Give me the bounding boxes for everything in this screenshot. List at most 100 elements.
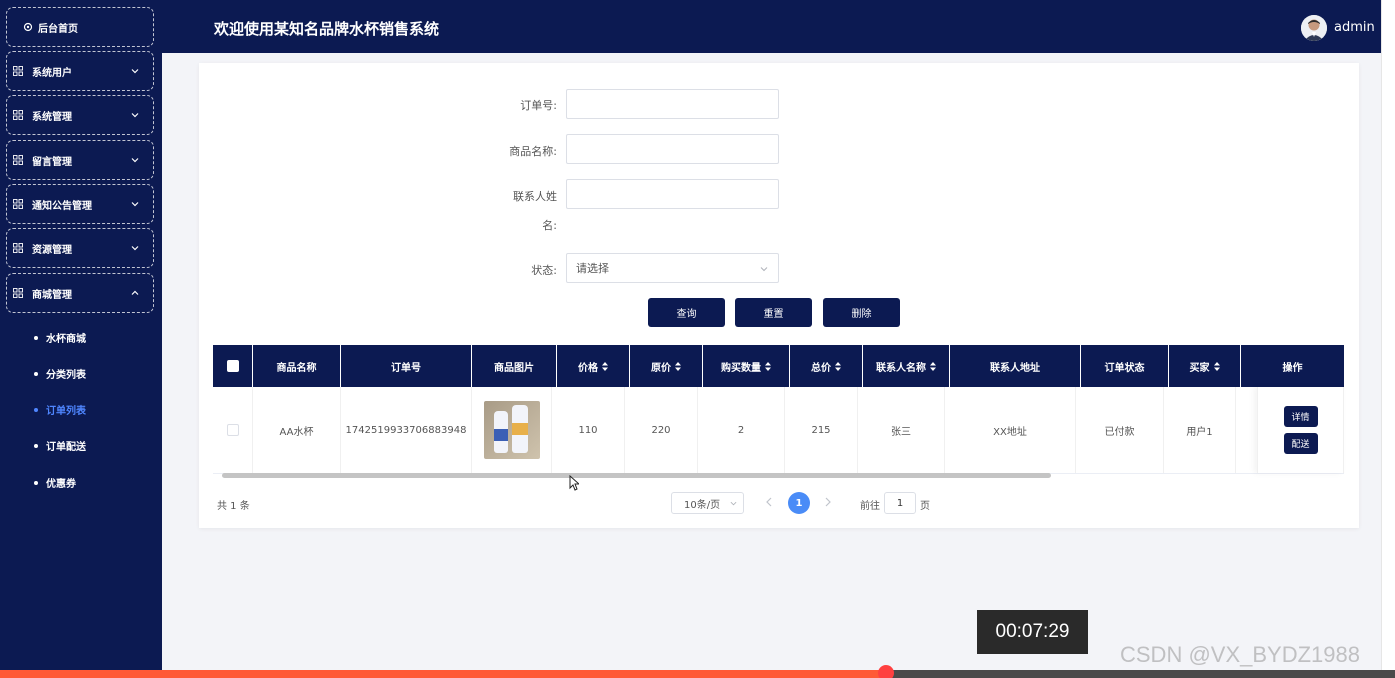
chevron-down-icon xyxy=(131,69,139,74)
sidebar-item-announcements[interactable]: 通知公告管理 xyxy=(6,184,154,224)
grid-icon xyxy=(13,66,23,76)
submenu-label: 水杯商城 xyxy=(46,334,86,345)
select-all-cell xyxy=(213,345,253,387)
scrollbar-track[interactable] xyxy=(1381,0,1395,670)
video-progress-handle[interactable] xyxy=(877,665,894,678)
query-button[interactable]: 查询 xyxy=(648,298,725,327)
column-header-label: 商品图片 xyxy=(494,362,534,374)
sidebar-item-resources[interactable]: 资源管理 xyxy=(6,228,154,268)
column-header-label: 联系人名称 xyxy=(876,362,926,374)
chevron-down-icon xyxy=(131,113,139,118)
sidebar-item-label: 资源管理 xyxy=(32,244,72,256)
submenu-item-delivery[interactable]: 订单配送 xyxy=(34,438,86,453)
column-header-original-price[interactable]: 原价 xyxy=(630,345,703,387)
chevron-up-icon xyxy=(131,290,139,295)
watermark: CSDN @VX_BYDZ1988 xyxy=(1120,642,1360,667)
column-header-contact-address: 联系人地址 xyxy=(950,345,1081,387)
bullet-icon xyxy=(34,407,38,412)
home-gear-icon xyxy=(23,22,33,32)
column-header-label: 买家 xyxy=(1189,362,1210,374)
sidebar-item-label: 系统管理 xyxy=(32,111,72,123)
column-header-buyer[interactable]: 买家 xyxy=(1169,345,1241,387)
submenu-label: 订单配送 xyxy=(46,442,86,453)
column-header-label: 购买数量 xyxy=(721,362,761,374)
cell-contact-name: 张三 xyxy=(858,387,945,473)
sort-icon[interactable] xyxy=(1213,361,1220,371)
column-header-total[interactable]: 总价 xyxy=(790,345,863,387)
grid-icon xyxy=(13,199,23,209)
submenu-label: 优惠券 xyxy=(46,479,76,490)
cell-product-image xyxy=(472,387,552,473)
page-size-select[interactable]: 10条/页 xyxy=(671,492,744,514)
sidebar-item-home[interactable]: 后台首页 xyxy=(6,7,154,47)
submenu-item-categories[interactable]: 分类列表 xyxy=(34,366,86,381)
submenu-item-coupons[interactable]: 优惠券 xyxy=(34,475,76,490)
table-header: 商品名称 订单号 商品图片 价格 原价 购买数量 总价 联系人名称 联系人地址 … xyxy=(213,345,1344,387)
column-header-label: 原价 xyxy=(651,362,671,374)
sort-icon[interactable] xyxy=(765,361,771,371)
column-header-label: 联系人地址 xyxy=(990,362,1040,374)
status-select[interactable]: 请选择 xyxy=(566,253,779,283)
column-header-label: 价格 xyxy=(578,362,598,374)
sidebar-item-mall[interactable]: 商城管理 xyxy=(6,273,154,313)
column-header-label: 总价 xyxy=(811,362,831,374)
product-name-input[interactable] xyxy=(566,134,779,164)
reset-button[interactable]: 重置 xyxy=(735,298,812,327)
row-select-cell xyxy=(213,387,253,473)
select-all-checkbox[interactable] xyxy=(226,360,239,372)
cell-price: 110 xyxy=(552,387,625,473)
chevron-down-icon xyxy=(730,501,737,506)
sort-icon[interactable] xyxy=(675,361,681,371)
cell-contact-address: XX地址 xyxy=(945,387,1076,473)
avatar[interactable] xyxy=(1301,15,1327,41)
sort-icon[interactable] xyxy=(835,361,841,371)
sidebar-item-system-management[interactable]: 系统管理 xyxy=(6,95,154,135)
submenu-item-orders[interactable]: 订单列表 xyxy=(34,402,86,417)
sort-icon[interactable] xyxy=(930,361,936,371)
grid-icon xyxy=(13,243,23,253)
goto-suffix: 页 xyxy=(920,501,930,512)
sidebar-item-messages[interactable]: 留言管理 xyxy=(6,140,154,180)
cell-total: 215 xyxy=(785,387,858,473)
delete-button[interactable]: 删除 xyxy=(823,298,900,327)
column-header-order-status: 订单状态 xyxy=(1081,345,1169,387)
order-no-input[interactable] xyxy=(566,89,779,119)
sidebar-item-label: 系统用户 xyxy=(32,67,72,79)
sort-icon[interactable] xyxy=(602,361,608,371)
video-progress-bar[interactable] xyxy=(0,665,1395,678)
cell-product-name: AA水杯 xyxy=(253,387,341,473)
submenu-item-cup-mall[interactable]: 水杯商城 xyxy=(34,330,86,345)
sidebar-item-system-users[interactable]: 系统用户 xyxy=(6,51,154,91)
product-image[interactable] xyxy=(483,401,540,459)
next-page-icon[interactable] xyxy=(823,496,833,508)
top-header: 欢迎使用某知名品牌水杯销售系统 admin xyxy=(162,0,1395,53)
app-title: 欢迎使用某知名品牌水杯销售系统 xyxy=(214,20,440,38)
status-select-placeholder: 请选择 xyxy=(576,262,609,275)
table-horizontal-scrollbar[interactable] xyxy=(222,473,1051,478)
cell-actions: 详情 配送 xyxy=(1257,387,1344,473)
chevron-down-icon xyxy=(131,158,139,163)
mouse-cursor-icon xyxy=(569,475,579,491)
sidebar-item-label: 通知公告管理 xyxy=(32,200,92,212)
column-header-contact-name[interactable]: 联系人名称 xyxy=(863,345,950,387)
contact-name-input[interactable] xyxy=(566,179,779,209)
product-name-label: 商品名称: xyxy=(509,145,557,158)
column-header-label: 操作 xyxy=(1282,362,1303,374)
deliver-button[interactable]: 配送 xyxy=(1283,433,1318,454)
prev-page-icon[interactable] xyxy=(764,496,774,508)
status-label: 状态: xyxy=(531,264,557,277)
username[interactable]: admin xyxy=(1334,20,1375,35)
column-header-label: 商品名称 xyxy=(276,362,317,374)
grid-icon xyxy=(13,110,23,120)
column-header-product-name: 商品名称 xyxy=(253,345,341,387)
page-number-current[interactable]: 1 xyxy=(788,492,810,514)
column-header-quantity[interactable]: 购买数量 xyxy=(703,345,790,387)
column-header-actions: 操作 xyxy=(1241,345,1344,387)
detail-button[interactable]: 详情 xyxy=(1283,406,1318,427)
grid-icon xyxy=(13,288,23,298)
cell-order-status: 已付款 xyxy=(1076,387,1164,473)
cell-original-price: 220 xyxy=(625,387,698,473)
column-header-price[interactable]: 价格 xyxy=(557,345,630,387)
row-checkbox[interactable] xyxy=(226,424,239,436)
goto-page-input[interactable]: 1 xyxy=(884,492,916,514)
